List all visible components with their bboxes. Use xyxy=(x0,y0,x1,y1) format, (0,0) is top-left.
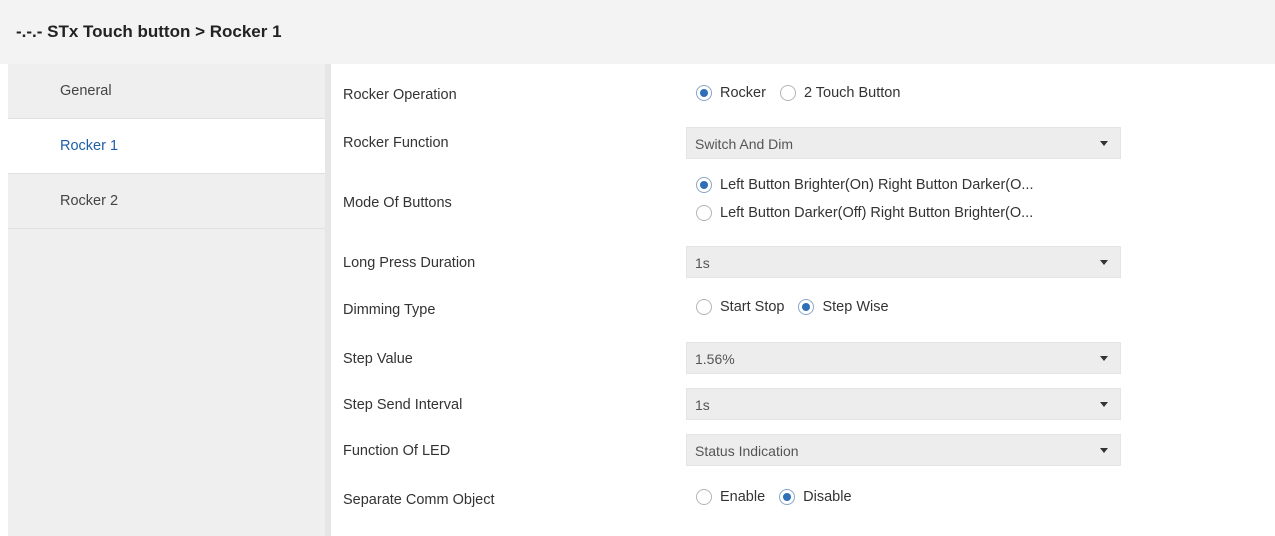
radio-checked-icon[interactable] xyxy=(696,85,712,101)
rocker-operation-label: Rocker Operation xyxy=(343,87,457,103)
select-value: 1s xyxy=(695,397,710,413)
radio-unchecked-icon[interactable] xyxy=(696,205,712,221)
function-of-led-label: Function Of LED xyxy=(343,443,451,459)
rocker-operation-option-2-touch-button[interactable]: 2 Touch Button xyxy=(779,85,901,101)
radio-unchecked-icon[interactable] xyxy=(696,299,712,315)
dimming-type-radio-group: Start Stop Step Wise xyxy=(696,299,903,315)
radio-label: Start Stop xyxy=(720,299,785,315)
rocker-operation-radio-group: Rocker 2 Touch Button xyxy=(696,85,914,101)
rocker-operation-option-rocker[interactable]: Rocker xyxy=(696,85,766,101)
radio-unchecked-icon[interactable] xyxy=(779,85,796,101)
chevron-down-icon xyxy=(1100,141,1108,146)
select-value: Status Indication xyxy=(695,443,799,459)
dimming-type-option-step-wise[interactable]: Step Wise xyxy=(798,299,889,315)
sidebar-item-rocker-2[interactable]: Rocker 2 xyxy=(8,174,325,229)
step-value-label: Step Value xyxy=(343,351,413,367)
radio-label: Disable xyxy=(803,489,852,505)
long-press-duration-label: Long Press Duration xyxy=(343,255,476,271)
separate-comm-object-label: Separate Comm Object xyxy=(343,492,495,508)
dimming-type-option-start-stop[interactable]: Start Stop xyxy=(696,299,784,315)
radio-label: Left Button Darker(Off) Right Button Bri… xyxy=(720,205,1034,221)
radio-label: Left Button Brighter(On) Right Button Da… xyxy=(720,177,1034,193)
separate-comm-object-option-enable[interactable]: Enable xyxy=(696,489,765,505)
mode-of-buttons-radio-group: Left Button Brighter(On) Right Button Da… xyxy=(696,177,1048,233)
step-value-select[interactable]: 1.56% xyxy=(686,342,1121,374)
mode-of-buttons-label: Mode Of Buttons xyxy=(343,195,452,211)
radio-label: Rocker xyxy=(720,85,766,101)
page-title: -.-.- STx Touch button > Rocker 1 xyxy=(16,22,282,41)
radio-checked-icon[interactable] xyxy=(696,177,712,193)
separate-comm-object-radio-group: Enable Disable xyxy=(696,489,866,505)
chevron-down-icon xyxy=(1100,356,1108,361)
separate-comm-object-option-disable[interactable]: Disable xyxy=(779,489,852,505)
sidebar: General Rocker 1 Rocker 2 xyxy=(8,64,325,536)
chevron-down-icon xyxy=(1100,402,1108,407)
function-of-led-select[interactable]: Status Indication xyxy=(686,434,1121,466)
chevron-down-icon xyxy=(1100,260,1108,265)
mode-of-buttons-option-darker-off[interactable]: Left Button Darker(Off) Right Button Bri… xyxy=(696,205,1034,221)
select-value: Switch And Dim xyxy=(695,136,794,152)
select-value: 1.56% xyxy=(695,351,735,367)
mode-of-buttons-option-brighter-on[interactable]: Left Button Brighter(On) Right Button Da… xyxy=(696,177,1034,193)
select-value: 1s xyxy=(695,255,710,271)
radio-label: Step Wise xyxy=(822,299,889,315)
radio-checked-icon[interactable] xyxy=(779,489,796,505)
rocker-function-label: Rocker Function xyxy=(343,135,449,151)
long-press-duration-select[interactable]: 1s xyxy=(686,246,1121,278)
radio-label: Enable xyxy=(720,489,766,505)
sidebar-item-general[interactable]: General xyxy=(8,64,325,119)
radio-checked-icon[interactable] xyxy=(798,299,815,315)
step-send-interval-select[interactable]: 1s xyxy=(686,388,1121,420)
chevron-down-icon xyxy=(1100,448,1108,453)
title-bar: -.-.- STx Touch button > Rocker 1 xyxy=(0,0,1275,64)
radio-unchecked-icon[interactable] xyxy=(696,489,712,505)
step-send-interval-label: Step Send Interval xyxy=(343,397,463,413)
radio-label: 2 Touch Button xyxy=(803,85,901,101)
panel-divider xyxy=(325,64,331,536)
dimming-type-label: Dimming Type xyxy=(343,302,436,318)
rocker-function-select[interactable]: Switch And Dim xyxy=(686,127,1121,159)
sidebar-item-rocker-1[interactable]: Rocker 1 xyxy=(8,119,325,174)
